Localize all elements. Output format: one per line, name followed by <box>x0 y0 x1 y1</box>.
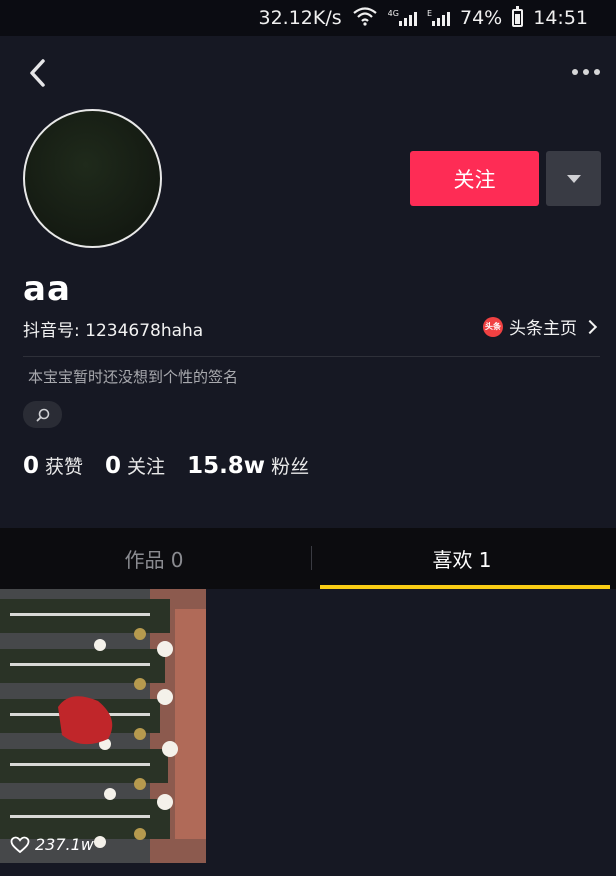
video-thumbnail[interactable]: 237.1w <box>0 589 206 863</box>
tab-works[interactable]: 作品 0 <box>0 528 308 589</box>
recommend-dropdown-button[interactable] <box>546 151 601 206</box>
battery-percent: 74% <box>460 7 503 29</box>
profile-tabs: 作品 0 喜欢 1 <box>0 528 616 589</box>
avatar[interactable] <box>23 109 162 248</box>
tab-likes[interactable]: 喜欢 1 <box>308 528 616 589</box>
cell-signal-icon-2: E <box>427 10 450 26</box>
caret-down-icon <box>566 174 581 183</box>
following-label: 关注 <box>127 456 166 478</box>
divider <box>23 356 600 357</box>
more-options-button[interactable] <box>566 62 606 82</box>
likes-stat[interactable]: 0 获赞 <box>23 452 83 479</box>
video-likes: 237.1w <box>10 835 94 854</box>
dot-icon <box>594 69 600 75</box>
network-type-label-2: E <box>426 9 432 18</box>
fans-stat[interactable]: 15.8w 粉丝 <box>187 452 309 479</box>
following-stat[interactable]: 0 关注 <box>105 452 165 479</box>
network-type-label: 4G <box>387 9 399 18</box>
video-cover-image <box>0 589 206 863</box>
follow-button[interactable]: 关注 <box>410 151 539 206</box>
signature: 本宝宝暂时还没想到个性的签名 <box>28 368 239 386</box>
fans-label: 粉丝 <box>271 456 310 478</box>
search-tag-pill[interactable] <box>23 401 62 428</box>
clock: 14:51 <box>533 7 588 29</box>
douyin-id: 抖音号: 1234678haha <box>23 321 204 341</box>
dot-icon <box>583 69 589 75</box>
heart-icon <box>10 836 30 853</box>
profile-stats: 0 获赞 0 关注 15.8w 粉丝 <box>23 452 331 479</box>
status-bar: 32.12K/s 4G E 74% 14:51 <box>0 0 616 36</box>
chevron-left-icon <box>30 59 45 87</box>
video-likes-count: 237.1w <box>35 835 94 854</box>
back-button[interactable] <box>22 56 52 90</box>
battery-icon <box>512 6 524 27</box>
toutiao-homepage-link[interactable]: 头条 头条主页 <box>483 314 598 339</box>
following-count: 0 <box>105 453 122 479</box>
network-speed: 32.12K/s <box>258 7 342 29</box>
wifi-icon <box>352 6 378 31</box>
cell-signal-icon: 4G <box>388 10 417 26</box>
fans-count: 15.8w <box>187 453 266 479</box>
nickname: aa <box>23 269 71 309</box>
tab-separator <box>311 546 312 570</box>
likes-count: 0 <box>23 453 40 479</box>
toutiao-icon: 头条 <box>483 316 503 337</box>
chevron-right-icon <box>582 319 598 334</box>
toutiao-label: 头条主页 <box>509 319 577 339</box>
dot-icon <box>572 69 578 75</box>
search-icon <box>36 408 49 421</box>
likes-label: 获赞 <box>45 456 84 478</box>
